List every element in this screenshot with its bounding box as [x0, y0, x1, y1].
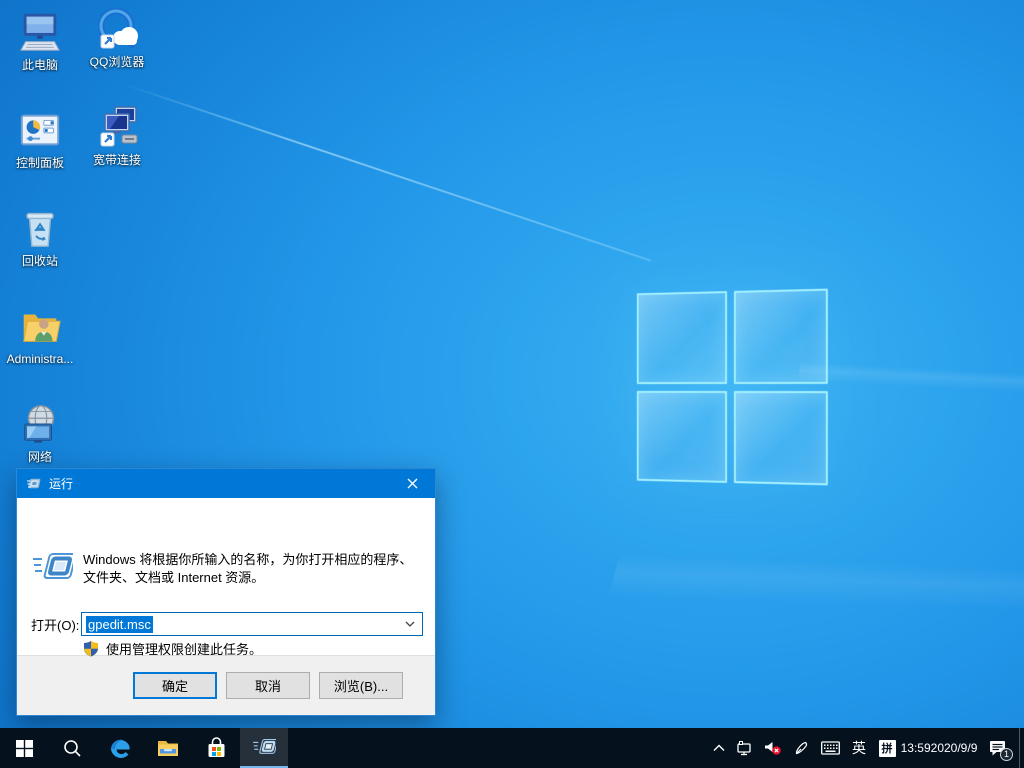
start-button[interactable]: [0, 728, 48, 768]
volume-muted-icon: [765, 742, 781, 755]
pen-tray-button[interactable]: [787, 728, 815, 768]
windows-logo-pane: [636, 291, 727, 384]
desktop-icon-label: QQ浏览器: [89, 55, 145, 69]
search-icon: [63, 739, 81, 757]
cancel-button[interactable]: 取消: [226, 672, 310, 699]
control-panel-icon: [16, 106, 64, 154]
desktop-icon-label: Administra...: [6, 352, 74, 366]
windows-logo-pane: [733, 288, 828, 384]
action-center-button[interactable]: 1: [977, 728, 1019, 768]
windows-logo-pane: [733, 390, 828, 486]
network-icon: [736, 740, 751, 755]
network-tray-button[interactable]: [731, 728, 759, 768]
run-dialog-description: Windows 将根据你所输入的名称，为你打开相应的程序、 文件夹、文档或 In…: [83, 551, 423, 587]
file-explorer-button[interactable]: [144, 728, 192, 768]
file-explorer-icon: [158, 741, 178, 756]
run-dialog-body: Windows 将根据你所输入的名称，为你打开相应的程序、 文件夹、文档或 In…: [17, 498, 435, 658]
taskbar: 英 拼 13:59 2020/9/9 1: [0, 728, 1024, 768]
description-line-1: Windows 将根据你所输入的名称，为你打开相应的程序、: [83, 552, 413, 567]
desktop-icon-administrator[interactable]: Administra...: [1, 302, 79, 366]
tray-overflow-button[interactable]: [707, 728, 731, 768]
chevron-up-icon: [713, 744, 725, 751]
edge-browser-icon: [111, 739, 130, 758]
windows-start-icon: [15, 739, 33, 757]
desktop-icon-recycle-bin[interactable]: 回收站: [1, 204, 79, 268]
qq-browser-icon: [93, 5, 141, 53]
desktop-icon-broadband[interactable]: 宽带连接: [78, 103, 156, 167]
broadband-connection-icon: [93, 103, 141, 151]
desktop-icon-label: 宽带连接: [92, 153, 141, 167]
run-window-icon: [253, 739, 276, 754]
desktop-icon-label: 控制面板: [15, 156, 64, 170]
pen-icon: [795, 741, 807, 754]
run-window-icon: [31, 550, 77, 587]
desktop-icon-control-panel[interactable]: 控制面板: [1, 106, 79, 170]
desktop-icon-network[interactable]: 网络: [1, 400, 79, 464]
store-button[interactable]: [192, 728, 240, 768]
ime-pinyin-icon: 拼: [878, 739, 896, 757]
run-dialog: 运行 Windows 将根据你所输入的名称，为你打开相应的程序、 文件夹、文档或…: [16, 468, 436, 716]
volume-tray-button[interactable]: [759, 728, 787, 768]
ok-button[interactable]: 确定: [133, 672, 217, 699]
admin-note-row: 使用管理权限创建此任务。: [83, 639, 262, 658]
desktop-icon-qq-browser[interactable]: QQ浏览器: [78, 5, 156, 69]
combobox-dropdown-button[interactable]: [400, 621, 420, 627]
run-window-icon: [26, 476, 42, 492]
windows-desktop: 此电脑 QQ浏览器 控制面板 宽带连接 回收站 Administra... 网络…: [0, 0, 1024, 768]
this-pc-icon: [16, 8, 64, 56]
desktop-icon-this-pc[interactable]: 此电脑: [1, 8, 79, 72]
language-indicator[interactable]: 英: [845, 728, 873, 768]
network-icon: [16, 400, 64, 448]
recycle-bin-icon: [16, 204, 64, 252]
touch-keyboard-tray-button[interactable]: [815, 728, 845, 768]
user-folder-icon: [16, 302, 64, 350]
taskbar-left: [0, 728, 288, 768]
browse-button[interactable]: 浏览(B)...: [319, 672, 403, 699]
open-row: 打开(O): gpedit.msc: [31, 612, 423, 636]
uac-shield-icon: [84, 641, 98, 657]
close-button[interactable]: [390, 469, 435, 498]
notification-count-badge: 1: [1000, 748, 1013, 761]
run-dialog-footer: 确定 取消 浏览(B)...: [17, 655, 435, 715]
close-icon: [407, 478, 418, 489]
desktop-icon-label: 此电脑: [21, 58, 58, 72]
desktop-icon-label: 回收站: [21, 254, 58, 268]
open-label: 打开(O):: [31, 617, 80, 633]
admin-note-text: 使用管理权限创建此任务。: [106, 642, 263, 657]
run-command-value[interactable]: gpedit.msc: [86, 615, 153, 633]
date: 2020/9/9: [930, 741, 978, 755]
ime-indicator[interactable]: 拼: [873, 728, 901, 768]
clock[interactable]: 13:59 2020/9/9: [900, 728, 978, 768]
windows-logo: [636, 288, 828, 486]
light-beam: [119, 82, 652, 262]
microsoft-store-icon: [208, 736, 224, 757]
edge-button[interactable]: [96, 728, 144, 768]
windows-logo-pane: [636, 390, 727, 483]
desktop-icon-label: 网络: [27, 450, 52, 464]
show-desktop-button[interactable]: [1019, 728, 1024, 768]
run-command-combobox[interactable]: gpedit.msc: [81, 612, 423, 636]
system-tray: 英 拼 13:59 2020/9/9 1: [707, 728, 1024, 768]
description-line-2: 文件夹、文档或 Internet 资源。: [83, 570, 265, 585]
touch-keyboard-icon: [820, 741, 840, 755]
taskbar-run-app-button[interactable]: [240, 728, 288, 768]
time: 13:59: [900, 741, 931, 755]
run-dialog-titlebar[interactable]: 运行: [17, 469, 435, 498]
run-dialog-title: 运行: [49, 477, 74, 491]
chevron-down-icon: [405, 621, 415, 627]
search-button[interactable]: [48, 728, 96, 768]
